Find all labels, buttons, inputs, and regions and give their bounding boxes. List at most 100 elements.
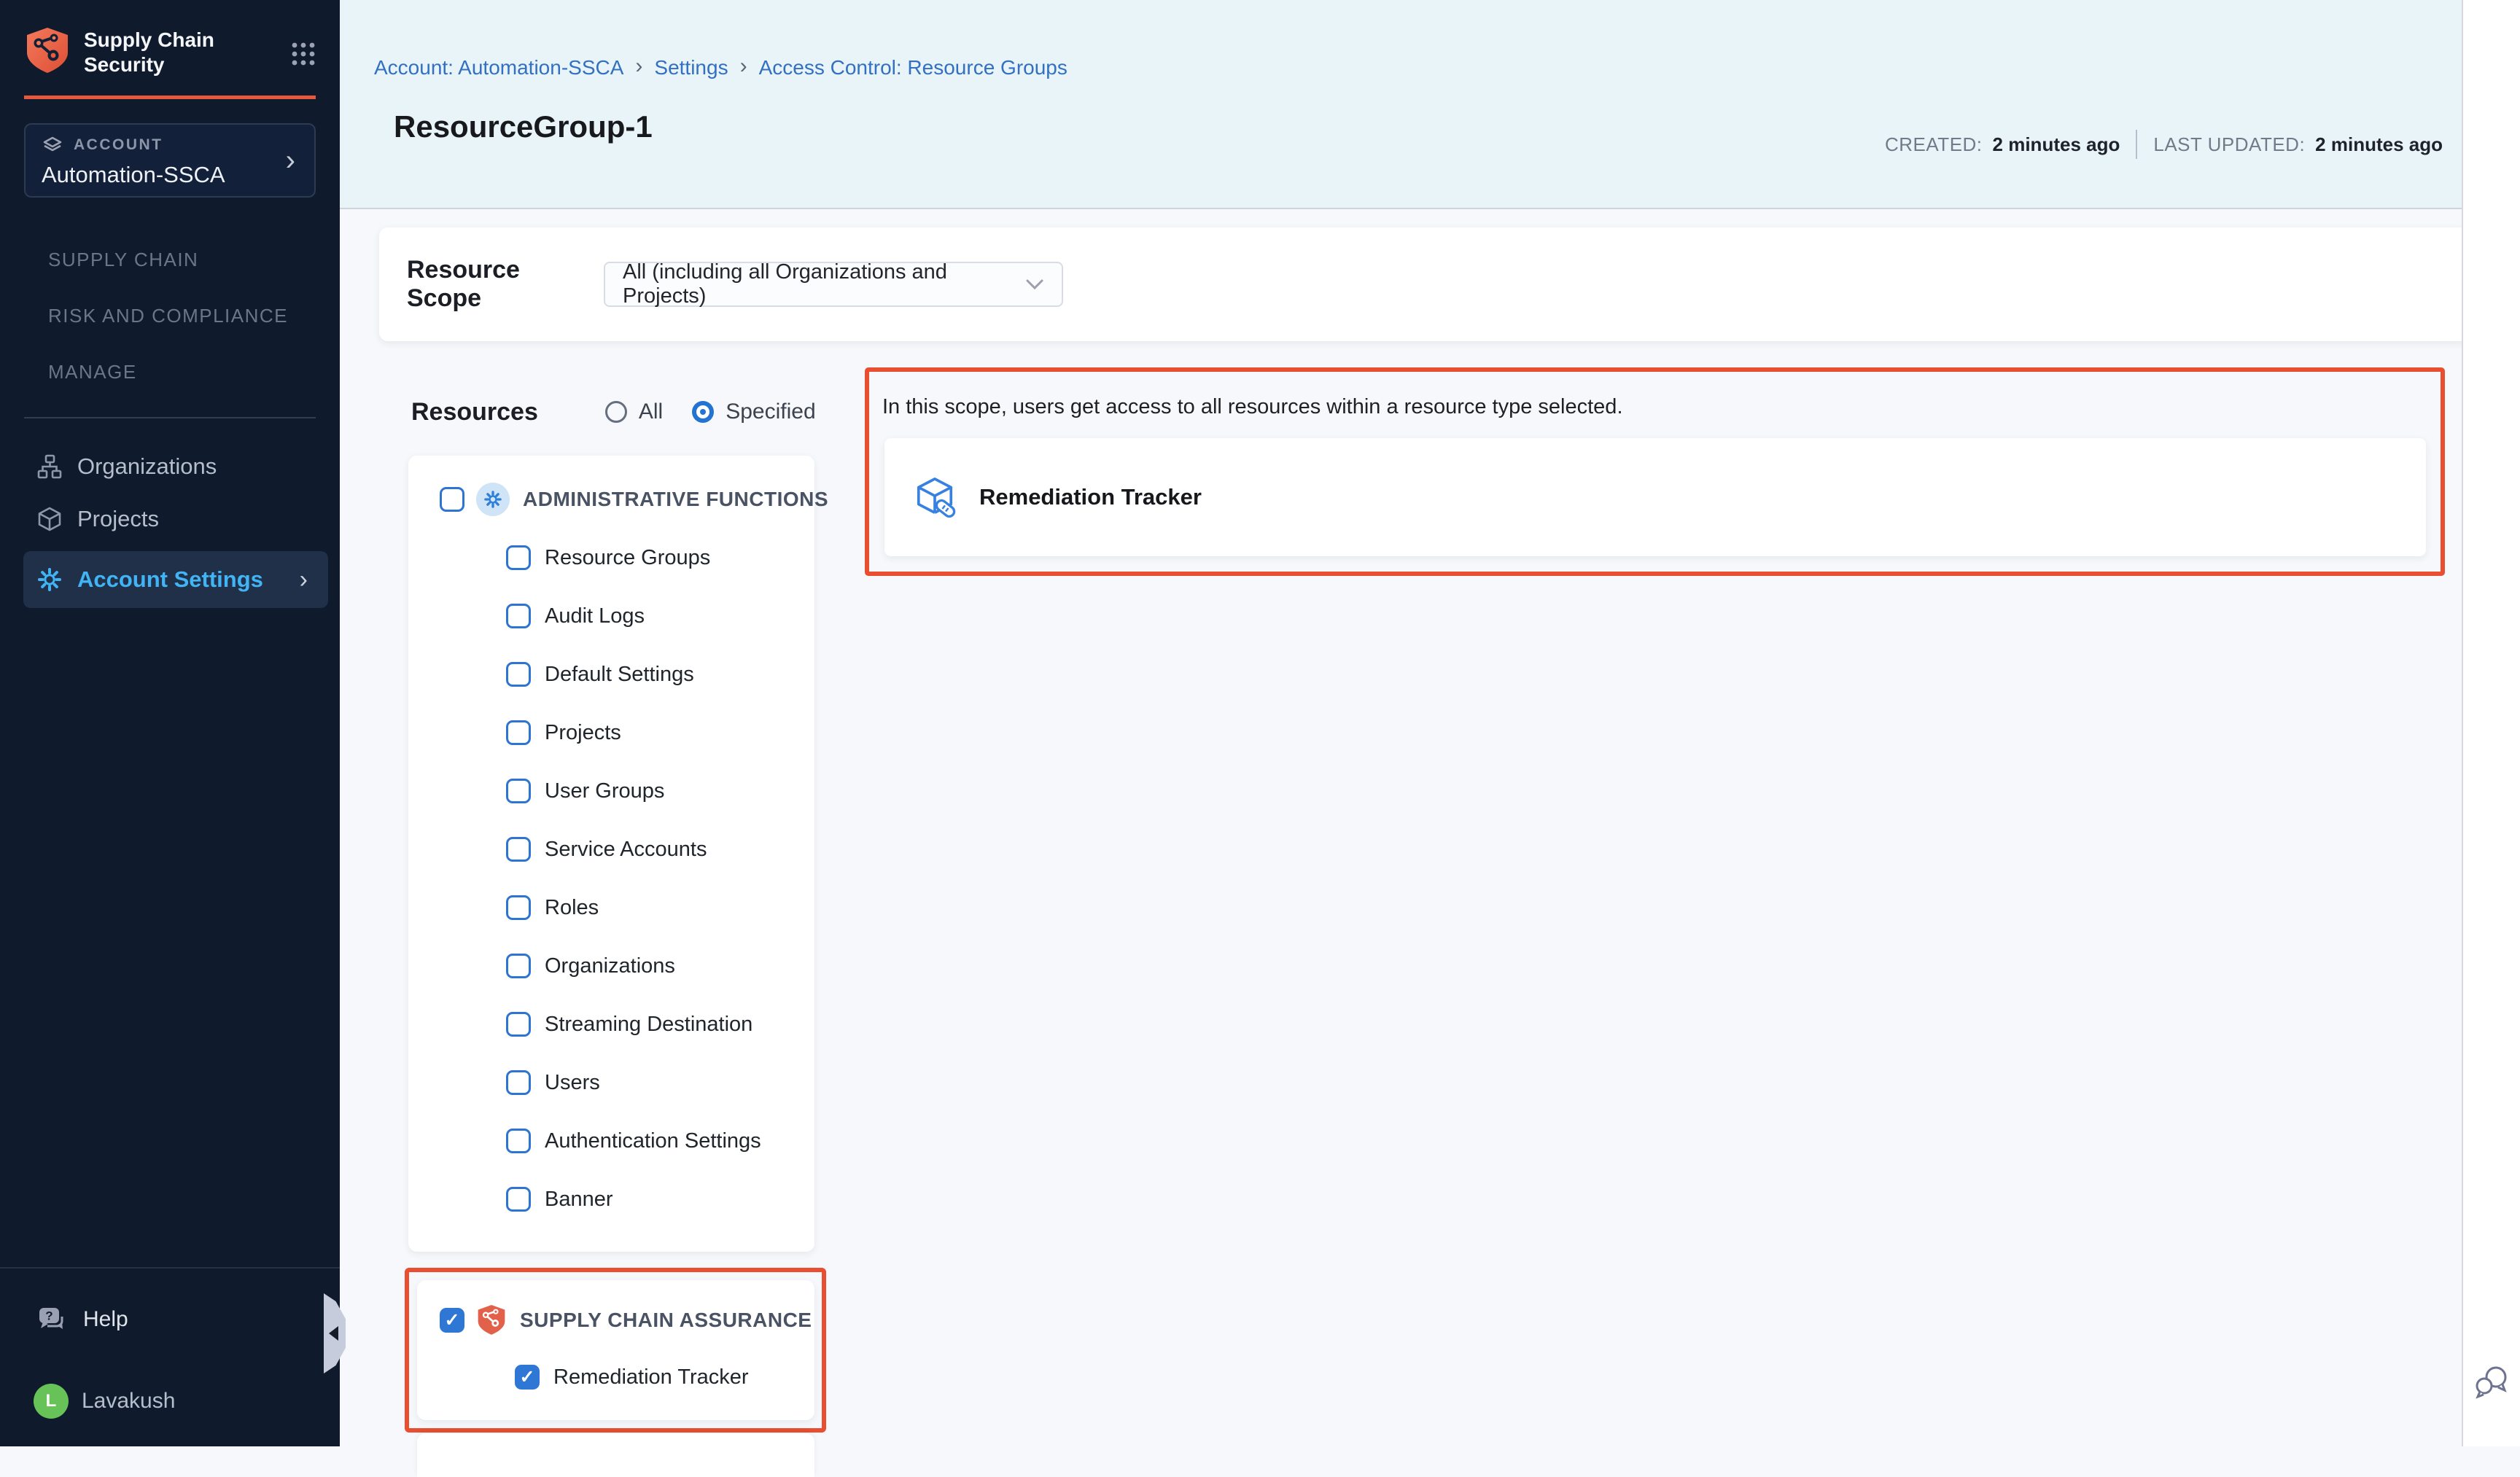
resource-row[interactable]: Audit Logs: [408, 587, 814, 645]
last-updated-value: 2 minutes ago: [2315, 133, 2443, 156]
created-value: 2 minutes ago: [1993, 133, 2120, 156]
resource-row[interactable]: Resource Groups: [408, 529, 814, 587]
breadcrumb: Account: Automation-SSCA › Settings › Ac…: [374, 54, 2462, 82]
scope-detail-message: In this scope, users get access to all r…: [882, 395, 2426, 419]
checkbox-supply-chain-assurance[interactable]: ✓: [440, 1308, 464, 1333]
tracker-card-label: Remediation Tracker: [979, 484, 1202, 510]
resource-group-row[interactable]: ✓ SUPPLY CHAIN ASSURANCE: [417, 1292, 814, 1349]
sidebar-section-manage[interactable]: MANAGE: [48, 361, 340, 383]
checkbox-user-groups[interactable]: [506, 779, 531, 803]
radio-all-icon[interactable]: [605, 401, 627, 423]
sidebar-item-label: Organizations: [77, 453, 217, 480]
chevron-down-icon: [1025, 278, 1044, 290]
resource-label: Resource Groups: [545, 546, 710, 570]
checkbox-organizations[interactable]: [506, 954, 531, 978]
checkbox-banner[interactable]: [506, 1187, 531, 1212]
radio-all-label: All: [639, 400, 663, 424]
checkbox-resource-groups[interactable]: [506, 545, 531, 570]
highlight-box-scope-detail: In this scope, users get access to all r…: [865, 367, 2445, 576]
admin-functions-card: ADMINISTRATIVE FUNCTIONS Resource Groups…: [408, 456, 814, 1252]
apps-grid-icon[interactable]: [289, 39, 318, 69]
app-logo: Supply Chain Security: [0, 0, 340, 77]
checkbox-default-settings[interactable]: [506, 662, 531, 687]
chevron-right-icon: ›: [300, 566, 308, 594]
sidebar-item-label: Account Settings: [77, 566, 263, 593]
breadcrumb-settings[interactable]: Settings: [654, 56, 728, 79]
checkbox-service-accounts[interactable]: [506, 837, 531, 862]
checkbox-audit-logs[interactable]: [506, 604, 531, 628]
user-menu[interactable]: L Lavakush: [0, 1375, 340, 1427]
sidebar-divider: [24, 417, 316, 418]
gear-icon: [36, 566, 63, 593]
sidebar-section-supply-chain[interactable]: SUPPLY CHAIN: [48, 249, 340, 271]
page-header: Account: Automation-SSCA › Settings › Ac…: [340, 0, 2462, 209]
resources-label: Resources: [411, 398, 538, 426]
sidebar-bottom-divider: [0, 1267, 340, 1268]
user-name: Lavakush: [82, 1389, 175, 1414]
avatar: L: [34, 1384, 69, 1419]
resource-row[interactable]: Streaming Destination: [408, 995, 814, 1053]
sidebar-item-organizations[interactable]: Organizations: [0, 440, 340, 493]
resource-label: User Groups: [545, 779, 664, 803]
right-utility-strip: [2462, 0, 2520, 1446]
app-title: Supply Chain Security: [84, 26, 214, 77]
resource-label: Users: [545, 1071, 600, 1095]
created-label: CREATED:: [1885, 133, 1983, 156]
resource-group-row[interactable]: ADMINISTRATIVE FUNCTIONS: [408, 470, 814, 529]
cube-tracker-icon: [914, 476, 956, 518]
resource-row[interactable]: Projects: [408, 704, 814, 762]
checkbox-administrative-functions[interactable]: [440, 487, 464, 512]
resource-label: Audit Logs: [545, 604, 645, 628]
sidebar: Supply Chain Security ACCOUNT: [0, 0, 340, 1446]
resource-row[interactable]: User Groups: [408, 762, 814, 820]
resource-row[interactable]: Users: [408, 1053, 814, 1112]
resources-header: Resources All Specified: [411, 391, 816, 433]
resource-label: Banner: [545, 1188, 613, 1212]
chat-bubbles-icon[interactable]: [2473, 1363, 2511, 1401]
layers-icon: [42, 134, 63, 156]
svg-text:?: ?: [45, 1309, 52, 1323]
checkbox-roles[interactable]: [506, 895, 531, 920]
sidebar-item-projects[interactable]: Projects: [0, 493, 340, 545]
resource-row[interactable]: Service Accounts: [408, 820, 814, 878]
radio-specified-icon[interactable]: [692, 401, 714, 423]
chevron-right-icon: ›: [740, 54, 747, 82]
resource-scope-dropdown[interactable]: All (including all Organizations and Pro…: [604, 262, 1063, 307]
resource-row[interactable]: Organizations: [408, 937, 814, 995]
checkbox-authentication-settings[interactable]: [506, 1129, 531, 1153]
resource-row[interactable]: ✓ Remediation Tracker: [417, 1349, 814, 1406]
timestamps: CREATED: 2 minutes ago LAST UPDATED: 2 m…: [1885, 130, 2443, 159]
help-button[interactable]: ? Help: [0, 1293, 340, 1346]
highlight-box-supply-chain-assurance: ✓ SUPPLY CHAIN ASSURANCE ✓ Remediation T…: [405, 1268, 826, 1433]
sidebar-item-label: Projects: [77, 506, 159, 532]
radio-specified[interactable]: Specified: [692, 400, 815, 424]
resource-label: Roles: [545, 896, 599, 920]
resource-label: Remediation Tracker: [553, 1365, 749, 1390]
supply-chain-shield-logo-icon: [24, 26, 71, 76]
resource-label: Service Accounts: [545, 838, 707, 862]
checkbox-users[interactable]: [506, 1070, 531, 1095]
org-chart-icon: [36, 453, 63, 480]
chevron-right-icon: ›: [286, 146, 295, 175]
sidebar-section-risk-and-compliance[interactable]: RISK AND COMPLIANCE: [48, 305, 340, 327]
resource-row[interactable]: Banner: [408, 1170, 814, 1228]
resource-row[interactable]: Roles: [408, 878, 814, 937]
next-resource-group-card: [417, 1433, 814, 1477]
checkbox-streaming-destination[interactable]: [506, 1012, 531, 1037]
checkbox-projects[interactable]: [506, 720, 531, 745]
breadcrumb-account[interactable]: Account: Automation-SSCA: [374, 56, 623, 79]
shield-icon: [476, 1303, 507, 1337]
sidebar-item-account-settings[interactable]: Account Settings ›: [23, 551, 328, 608]
resources-mode-radio-group: All Specified: [605, 400, 816, 424]
account-selector[interactable]: ACCOUNT Automation-SSCA ›: [24, 123, 316, 198]
resource-label: Streaming Destination: [545, 1013, 752, 1037]
main-content: Account: Automation-SSCA › Settings › Ac…: [340, 0, 2462, 1446]
breadcrumb-access-control[interactable]: Access Control: Resource Groups: [759, 56, 1068, 79]
resource-row[interactable]: Default Settings: [408, 645, 814, 704]
resource-row[interactable]: Authentication Settings: [408, 1112, 814, 1170]
account-label: ACCOUNT: [74, 136, 163, 154]
resource-scope-card: Resource Scope All (including all Organi…: [379, 227, 2470, 341]
checkbox-remediation-tracker[interactable]: ✓: [515, 1365, 540, 1390]
radio-all[interactable]: All: [605, 400, 663, 424]
cube-icon: [36, 506, 63, 532]
